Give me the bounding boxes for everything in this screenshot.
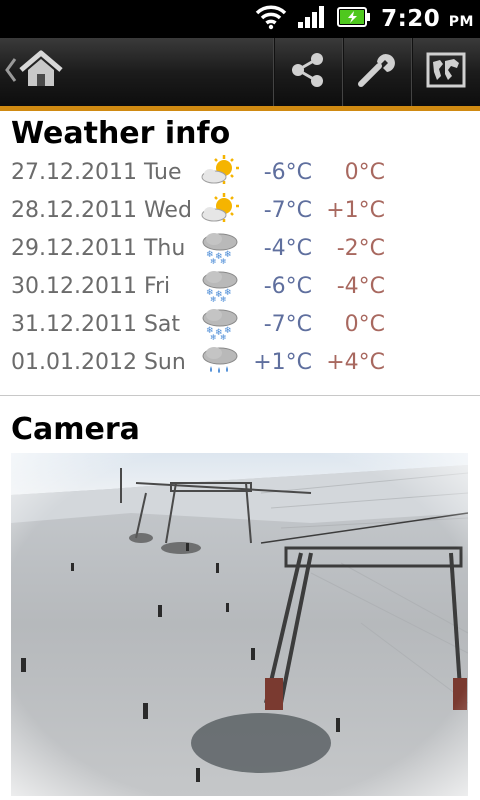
map-icon: [426, 52, 466, 92]
svg-text:❄: ❄: [210, 333, 217, 340]
weather-high-temp: -4°C: [336, 274, 385, 299]
svg-text:❄: ❄: [220, 295, 227, 302]
clock: 7:20 PM: [381, 6, 474, 32]
weather-high-temp: 0°C: [344, 312, 385, 337]
section-divider: [0, 395, 480, 396]
snow-cloud-icon: ❄ ❄ ❄ ❄ ❄: [200, 230, 240, 268]
rain-cloud-icon: [200, 344, 240, 382]
weather-high-temp: 0°C: [344, 160, 385, 185]
weather-row: 31.12.2011 Sat ❄ ❄ ❄ ❄ ❄ -7°C 0°C: [0, 306, 480, 344]
svg-text:❄: ❄: [210, 257, 217, 264]
svg-text:❄: ❄: [210, 295, 217, 302]
svg-text:❄: ❄: [220, 257, 227, 264]
weather-date: 27.12.2011 Tue: [11, 160, 182, 185]
home-button[interactable]: [0, 38, 80, 106]
weather-low-temp: +1°C: [253, 350, 312, 375]
share-icon: [288, 50, 328, 94]
battery-charging-icon: [337, 6, 371, 32]
settings-button[interactable]: [342, 38, 410, 106]
snow-cloud-icon: ❄ ❄ ❄ ❄ ❄: [200, 306, 240, 344]
weather-low-temp: -7°C: [263, 312, 312, 337]
weather-high-temp: +4°C: [326, 350, 385, 375]
share-button[interactable]: [273, 38, 341, 106]
weather-date: 29.12.2011 Thu: [11, 236, 186, 261]
weather-row: 29.12.2011 Thu ❄ ❄ ❄ ❄ ❄ -4°C -2°C: [0, 230, 480, 268]
weather-high-temp: -2°C: [336, 236, 385, 261]
weather-section-title: Weather info: [11, 116, 231, 151]
wifi-icon: [255, 4, 287, 34]
weather-row: 30.12.2011 Fri ❄ ❄ ❄ ❄ ❄ -6°C -4°C: [0, 268, 480, 306]
signal-icon: [297, 5, 327, 33]
wrench-icon: [355, 50, 399, 94]
weather-row: 01.01.2012 Sun +1°C +4°C: [0, 344, 480, 382]
sunny-cloud-icon: [200, 154, 240, 192]
status-bar: 7:20 PM: [0, 0, 480, 38]
weather-low-temp: -6°C: [263, 160, 312, 185]
weather-low-temp: -7°C: [263, 198, 312, 223]
ski-slope-picture: [11, 453, 468, 796]
weather-low-temp: -6°C: [263, 274, 312, 299]
weather-date: 01.01.2012 Sun: [11, 350, 186, 375]
camera-section-title: Camera: [11, 412, 140, 447]
sunny-cloud-icon: [200, 192, 240, 230]
svg-text:❄: ❄: [220, 333, 227, 340]
action-bar-accent-line: [0, 106, 480, 111]
weather-row: 27.12.2011 Tue -6°C 0°C: [0, 154, 480, 192]
map-button[interactable]: [411, 38, 480, 106]
webcam-image[interactable]: [11, 453, 468, 796]
weather-high-temp: +1°C: [326, 198, 385, 223]
home-icon: [18, 50, 64, 94]
weather-date: 30.12.2011 Fri: [11, 274, 171, 299]
weather-low-temp: -4°C: [263, 236, 312, 261]
weather-row: 28.12.2011 Wed -7°C +1°C: [0, 192, 480, 230]
weather-date: 31.12.2011 Sat: [11, 312, 181, 337]
snow-cloud-icon: ❄ ❄ ❄ ❄ ❄: [200, 268, 240, 306]
weather-date: 28.12.2011 Wed: [11, 198, 192, 223]
action-bar: [0, 38, 480, 106]
back-chevron-icon: [4, 55, 18, 89]
